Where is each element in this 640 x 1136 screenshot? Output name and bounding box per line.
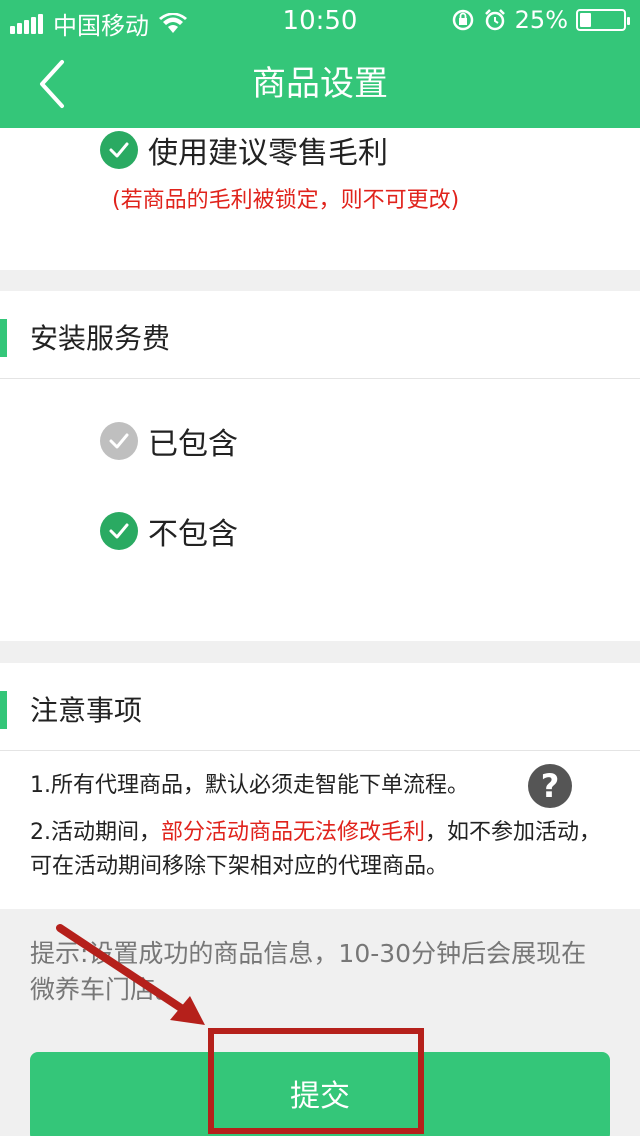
battery-percent: 25% (514, 6, 568, 34)
annotation-arrow-icon (56, 924, 205, 1025)
check-circle-icon (100, 512, 138, 550)
accent-bar (0, 691, 7, 729)
section-header: 安装服务费 (0, 291, 640, 379)
note-item-2: 2.活动期间，部分活动商品无法修改毛利，如不参加活动，可在活动期间移除下架相对应… (30, 816, 610, 884)
app-header: 中国移动 10:50 25% 商品设置 (0, 0, 640, 128)
option-label: 使用建议零售毛利 (148, 136, 388, 171)
section-title: 注意事项 (30, 694, 143, 727)
page-title: 商品设置 (252, 64, 388, 104)
install-fee-section: 安装服务费 已包含 不包含 (0, 291, 640, 641)
margin-lock-note: (若商品的毛利被锁定，则不可更改) (112, 188, 460, 213)
check-circle-icon (100, 422, 138, 460)
section-title: 安装服务费 (30, 322, 171, 355)
option-not-included[interactable]: 不包含 (100, 509, 238, 553)
question-circle-icon[interactable]: ? (528, 764, 572, 808)
suggested-margin-option[interactable]: 使用建议零售毛利 (100, 128, 388, 172)
section-header: 注意事项 (0, 663, 640, 751)
annotation-highlight-box (208, 1028, 424, 1134)
status-bar: 中国移动 10:50 25% (0, 0, 640, 40)
option-included[interactable]: 已包含 (100, 419, 238, 463)
note-item-2-highlight: 部分活动商品无法修改毛利 (161, 820, 426, 845)
option-label: 已包含 (148, 427, 238, 462)
margin-section: 使用建议零售毛利 (若商品的毛利被锁定，则不可更改) (0, 128, 640, 270)
alarm-icon (484, 9, 505, 31)
note-item-2-prefix: 2.活动期间， (30, 820, 161, 845)
option-label: 不包含 (148, 517, 238, 552)
battery-icon (576, 9, 630, 31)
note-item-1: 1.所有代理商品，默认必须走智能下单流程。 (30, 773, 469, 798)
check-circle-icon (100, 131, 138, 169)
accent-bar (0, 319, 7, 357)
rotation-lock-icon (452, 9, 473, 31)
